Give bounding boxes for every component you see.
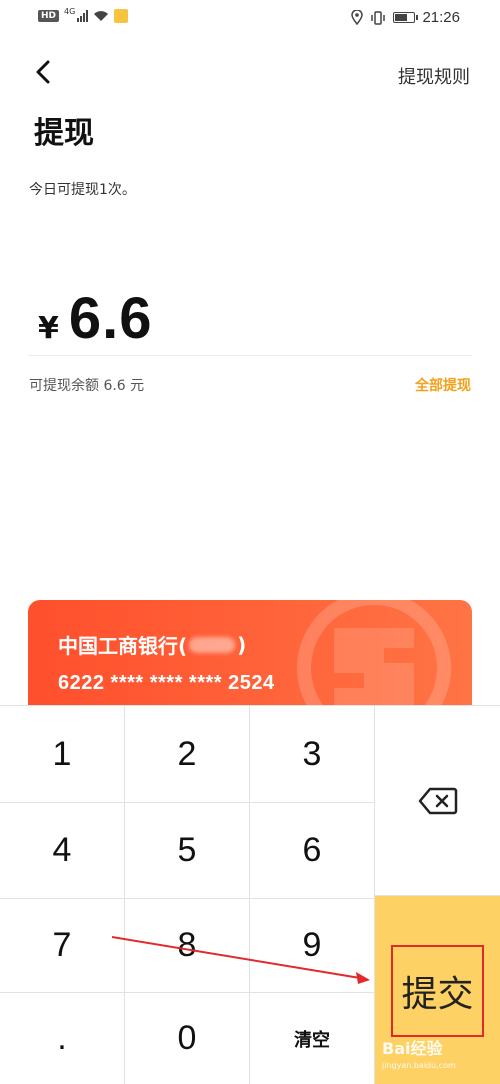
bank-logo-icon: [297, 600, 451, 720]
status-right: 21:26: [351, 9, 460, 26]
watermark-brand: Bai经验: [382, 1039, 443, 1058]
status-left: HD 4G: [38, 6, 129, 23]
bank-name-prefix: 中国工商银行(: [58, 634, 188, 658]
hd-badge: HD: [38, 10, 60, 22]
withdraw-limit-text: 今日可提现1次。: [29, 182, 136, 198]
watermark: Bai经验 jingyan.baidu.com: [382, 1035, 456, 1070]
key-8[interactable]: 8: [125, 899, 250, 993]
bank-card[interactable]: 中国工商银行( ) 6222 **** **** **** 2524: [28, 600, 472, 720]
location-icon: [351, 10, 364, 25]
key-3[interactable]: 3: [250, 706, 375, 803]
key-2[interactable]: 2: [125, 706, 250, 803]
battery-icon: [393, 12, 419, 23]
divider: [28, 355, 472, 356]
bank-name: 中国工商银行( ): [58, 630, 246, 659]
clock: 21:26: [422, 9, 460, 26]
watermark-url: jingyan.baidu.com: [382, 1061, 456, 1070]
key-6[interactable]: 6: [250, 803, 375, 899]
amount-value: 6.6: [68, 286, 153, 351]
wifi-icon: [94, 11, 109, 21]
status-bar: HD 4G 21:26: [0, 0, 500, 36]
key-0[interactable]: 0: [125, 993, 250, 1084]
amount-display[interactable]: ¥ 6.6: [38, 285, 153, 352]
available-balance: 可提现余额 6.6 元: [29, 378, 145, 394]
vibrate-icon: [371, 10, 386, 25]
withdraw-rules-link[interactable]: 提现规则: [398, 63, 470, 89]
withdraw-page: HD 4G 21:26 提现规则 提现 今日可提现1次。 ¥ 6.6 可提现余额…: [0, 0, 500, 1084]
card-number: 6222 **** **** **** 2524: [58, 672, 275, 694]
delete-key[interactable]: [375, 706, 500, 896]
key-1[interactable]: 1: [0, 706, 125, 803]
signal-icon: [77, 10, 89, 22]
withdraw-all-button[interactable]: 全部提现: [415, 375, 471, 395]
page-title: 提现: [34, 116, 94, 151]
blurred-name: [189, 636, 236, 653]
key-5[interactable]: 5: [125, 803, 250, 899]
backspace-icon: [418, 787, 457, 814]
key-clear[interactable]: 清空: [250, 993, 375, 1084]
back-arrow-icon[interactable]: [32, 58, 56, 86]
key-4[interactable]: 4: [0, 803, 125, 899]
key-dot[interactable]: .: [0, 993, 125, 1084]
key-9[interactable]: 9: [250, 899, 375, 993]
key-7[interactable]: 7: [0, 899, 125, 993]
bank-name-suffix: ): [237, 632, 247, 657]
submit-label: 提交: [391, 944, 484, 1037]
network-type: 4G: [64, 6, 76, 16]
app-notification-icon: [114, 9, 129, 23]
currency-symbol: ¥: [38, 311, 59, 346]
numeric-keypad: 1 2 3 4 5 6 7 8 9 . 0 清空 提交: [0, 705, 500, 1084]
